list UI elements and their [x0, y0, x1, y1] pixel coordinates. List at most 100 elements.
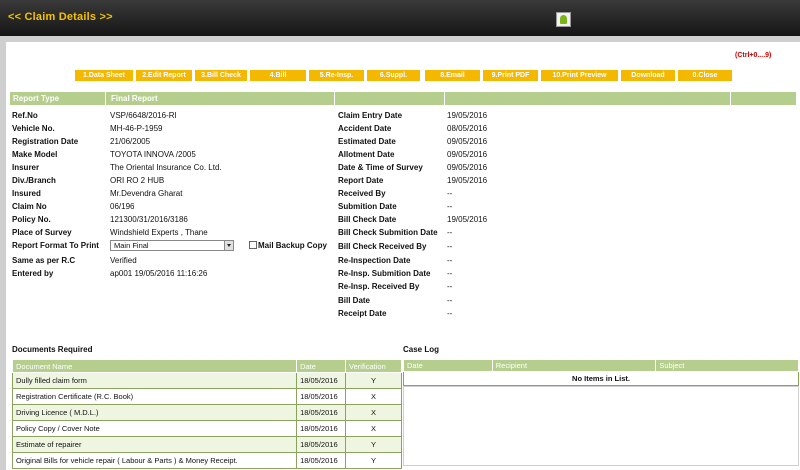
- document-verification: X: [345, 404, 402, 421]
- document-name: Driving Licence ( M.D.L.): [11, 404, 298, 421]
- suppl-button[interactable]: 6.Suppl.: [367, 70, 420, 81]
- table-row: Registration Certificate (R.C. Book) 18/…: [11, 388, 402, 405]
- field-label: Received By: [338, 189, 386, 198]
- column-header: Date: [403, 359, 493, 372]
- table-row: Original Bills for vehicle repair ( Labo…: [11, 452, 402, 469]
- bill-check-button[interactable]: 3.Bill Check: [195, 70, 247, 81]
- field-value: VSP/6648/2016-RI: [110, 111, 177, 120]
- field-label: Allotment Date: [338, 150, 395, 159]
- document-verification: X: [345, 388, 402, 405]
- re-insp-button[interactable]: 5.Re-Insp.: [309, 70, 364, 81]
- document-name: Original Bills for vehicle repair ( Labo…: [11, 452, 298, 469]
- field-value: ap001 19/05/2016 11:16:26: [110, 269, 208, 278]
- field-label: Insured: [12, 189, 41, 198]
- bill-button[interactable]: 4.Bill: [250, 70, 306, 81]
- field-value: 09/05/2016: [447, 150, 488, 159]
- field-value: --: [447, 269, 453, 278]
- field-label: Entered by: [12, 269, 54, 278]
- field-label: Estimated Date: [338, 137, 396, 146]
- field-value: --: [447, 202, 453, 211]
- field-value: 19/05/2016: [447, 215, 488, 224]
- field-label: Place of Survey: [12, 228, 72, 237]
- column-header: Recipient: [491, 359, 657, 372]
- document-date: 18/05/2016: [296, 372, 347, 389]
- document-verification: Y: [345, 452, 402, 469]
- table-row: No Items in List.: [403, 371, 799, 386]
- mail-backup-label: Mail Backup Copy: [258, 241, 327, 250]
- document-date: 18/05/2016: [296, 420, 347, 437]
- table-row: Estimate of repairer 18/05/2016 Y: [11, 436, 402, 453]
- table-row: Driving Licence ( M.D.L.) 18/05/2016 X: [11, 404, 402, 421]
- android-icon: [559, 15, 568, 24]
- report-type-label: Report Type: [13, 94, 60, 103]
- field-label: Date & Time of Survey: [338, 163, 423, 172]
- field-value: 09/05/2016: [447, 163, 488, 172]
- report-header-bar: Report Type Final Report: [10, 92, 796, 105]
- field-label: Re-Insp. Received By: [338, 282, 420, 291]
- field-value: Verified: [110, 256, 137, 265]
- document-verification: Y: [345, 436, 402, 453]
- mail-backup-checkbox[interactable]: [249, 241, 257, 249]
- document-date: 18/05/2016: [296, 452, 347, 469]
- field-value: MH-46-P-1959: [110, 124, 163, 133]
- edit-report-button[interactable]: 2.Edit Report: [136, 70, 192, 81]
- document-date: 18/05/2016: [296, 388, 347, 405]
- documents-table: Document Name Date Verification Dully fi…: [11, 359, 402, 469]
- field-label: Bill Date: [338, 296, 371, 305]
- email-button[interactable]: 8.Email: [425, 70, 480, 81]
- field-label: Report Format To Print: [12, 241, 99, 250]
- field-value: 06/196: [110, 202, 135, 211]
- field-label: Re-Inspection Date: [338, 256, 411, 265]
- case-log-title: Case Log: [403, 345, 440, 354]
- field-label: Make Model: [12, 150, 58, 159]
- field-value: 19/05/2016: [447, 176, 488, 185]
- print-preview-button[interactable]: 10.Print Preview: [541, 70, 618, 81]
- field-value: ORI RO 2 HUB: [110, 176, 165, 185]
- table-row: Dully filled claim form 18/05/2016 Y: [11, 372, 402, 389]
- field-label: Bill Check Received By: [338, 242, 427, 251]
- field-value: 121300/31/2016/3186: [110, 215, 188, 224]
- field-value: TOYOTA INNOVA /2005: [110, 150, 196, 159]
- document-name: Estimate of repairer: [11, 436, 298, 453]
- top-bar: << Claim Details >>: [0, 0, 800, 36]
- print-pdf-button[interactable]: 9.Print PDF: [483, 70, 538, 81]
- field-value: --: [447, 242, 453, 251]
- field-label: Div./Branch: [12, 176, 56, 185]
- report-type-value: Final Report: [111, 94, 158, 103]
- case-log-area: [403, 386, 799, 466]
- field-value: --: [447, 256, 453, 265]
- field-label: Bill Check Date: [338, 215, 397, 224]
- column-header: Date: [296, 359, 347, 373]
- column-header: Verification: [345, 359, 402, 373]
- field-value: Mr.Devendra Gharat: [110, 189, 183, 198]
- field-value: Windshield Experts , Thane: [110, 228, 208, 237]
- field-label: Same as per R.C: [12, 256, 76, 265]
- close-button[interactable]: 0.Close: [678, 70, 732, 81]
- document-name: Registration Certificate (R.C. Book): [11, 388, 298, 405]
- field-value: --: [447, 309, 453, 318]
- field-label: Report Date: [338, 176, 384, 185]
- field-label: Insurer: [12, 163, 40, 172]
- case-log-table: Date Recipient Subject No Items in List.: [403, 359, 799, 386]
- download-button[interactable]: Download: [621, 70, 675, 81]
- field-value: --: [447, 228, 453, 237]
- report-format-select[interactable]: Main Final: [110, 240, 234, 251]
- data-sheet-button[interactable]: 1.Data Sheet: [75, 70, 133, 81]
- documents-title: Documents Required: [12, 345, 93, 354]
- document-name: Policy Copy / Cover Note: [11, 420, 298, 437]
- field-label: Submition Date: [338, 202, 397, 211]
- field-value: 19/05/2016: [447, 111, 488, 120]
- chevron-down-icon: [224, 241, 233, 250]
- field-value: --: [447, 282, 453, 291]
- field-label: Bill Check Submition Date: [338, 228, 438, 237]
- field-value: The Oriental Insurance Co. Ltd.: [110, 163, 222, 172]
- field-label: Re-Insp. Submition Date: [338, 269, 431, 278]
- document-verification: Y: [345, 372, 402, 389]
- document-verification: X: [345, 420, 402, 437]
- shortcut-hint: (Ctrl+0....9): [735, 52, 772, 59]
- field-label: Claim Entry Date: [338, 111, 403, 120]
- android-app-button[interactable]: [556, 12, 571, 27]
- field-value: --: [447, 189, 453, 198]
- field-label: Registration Date: [12, 137, 79, 146]
- field-value: 08/05/2016: [447, 124, 488, 133]
